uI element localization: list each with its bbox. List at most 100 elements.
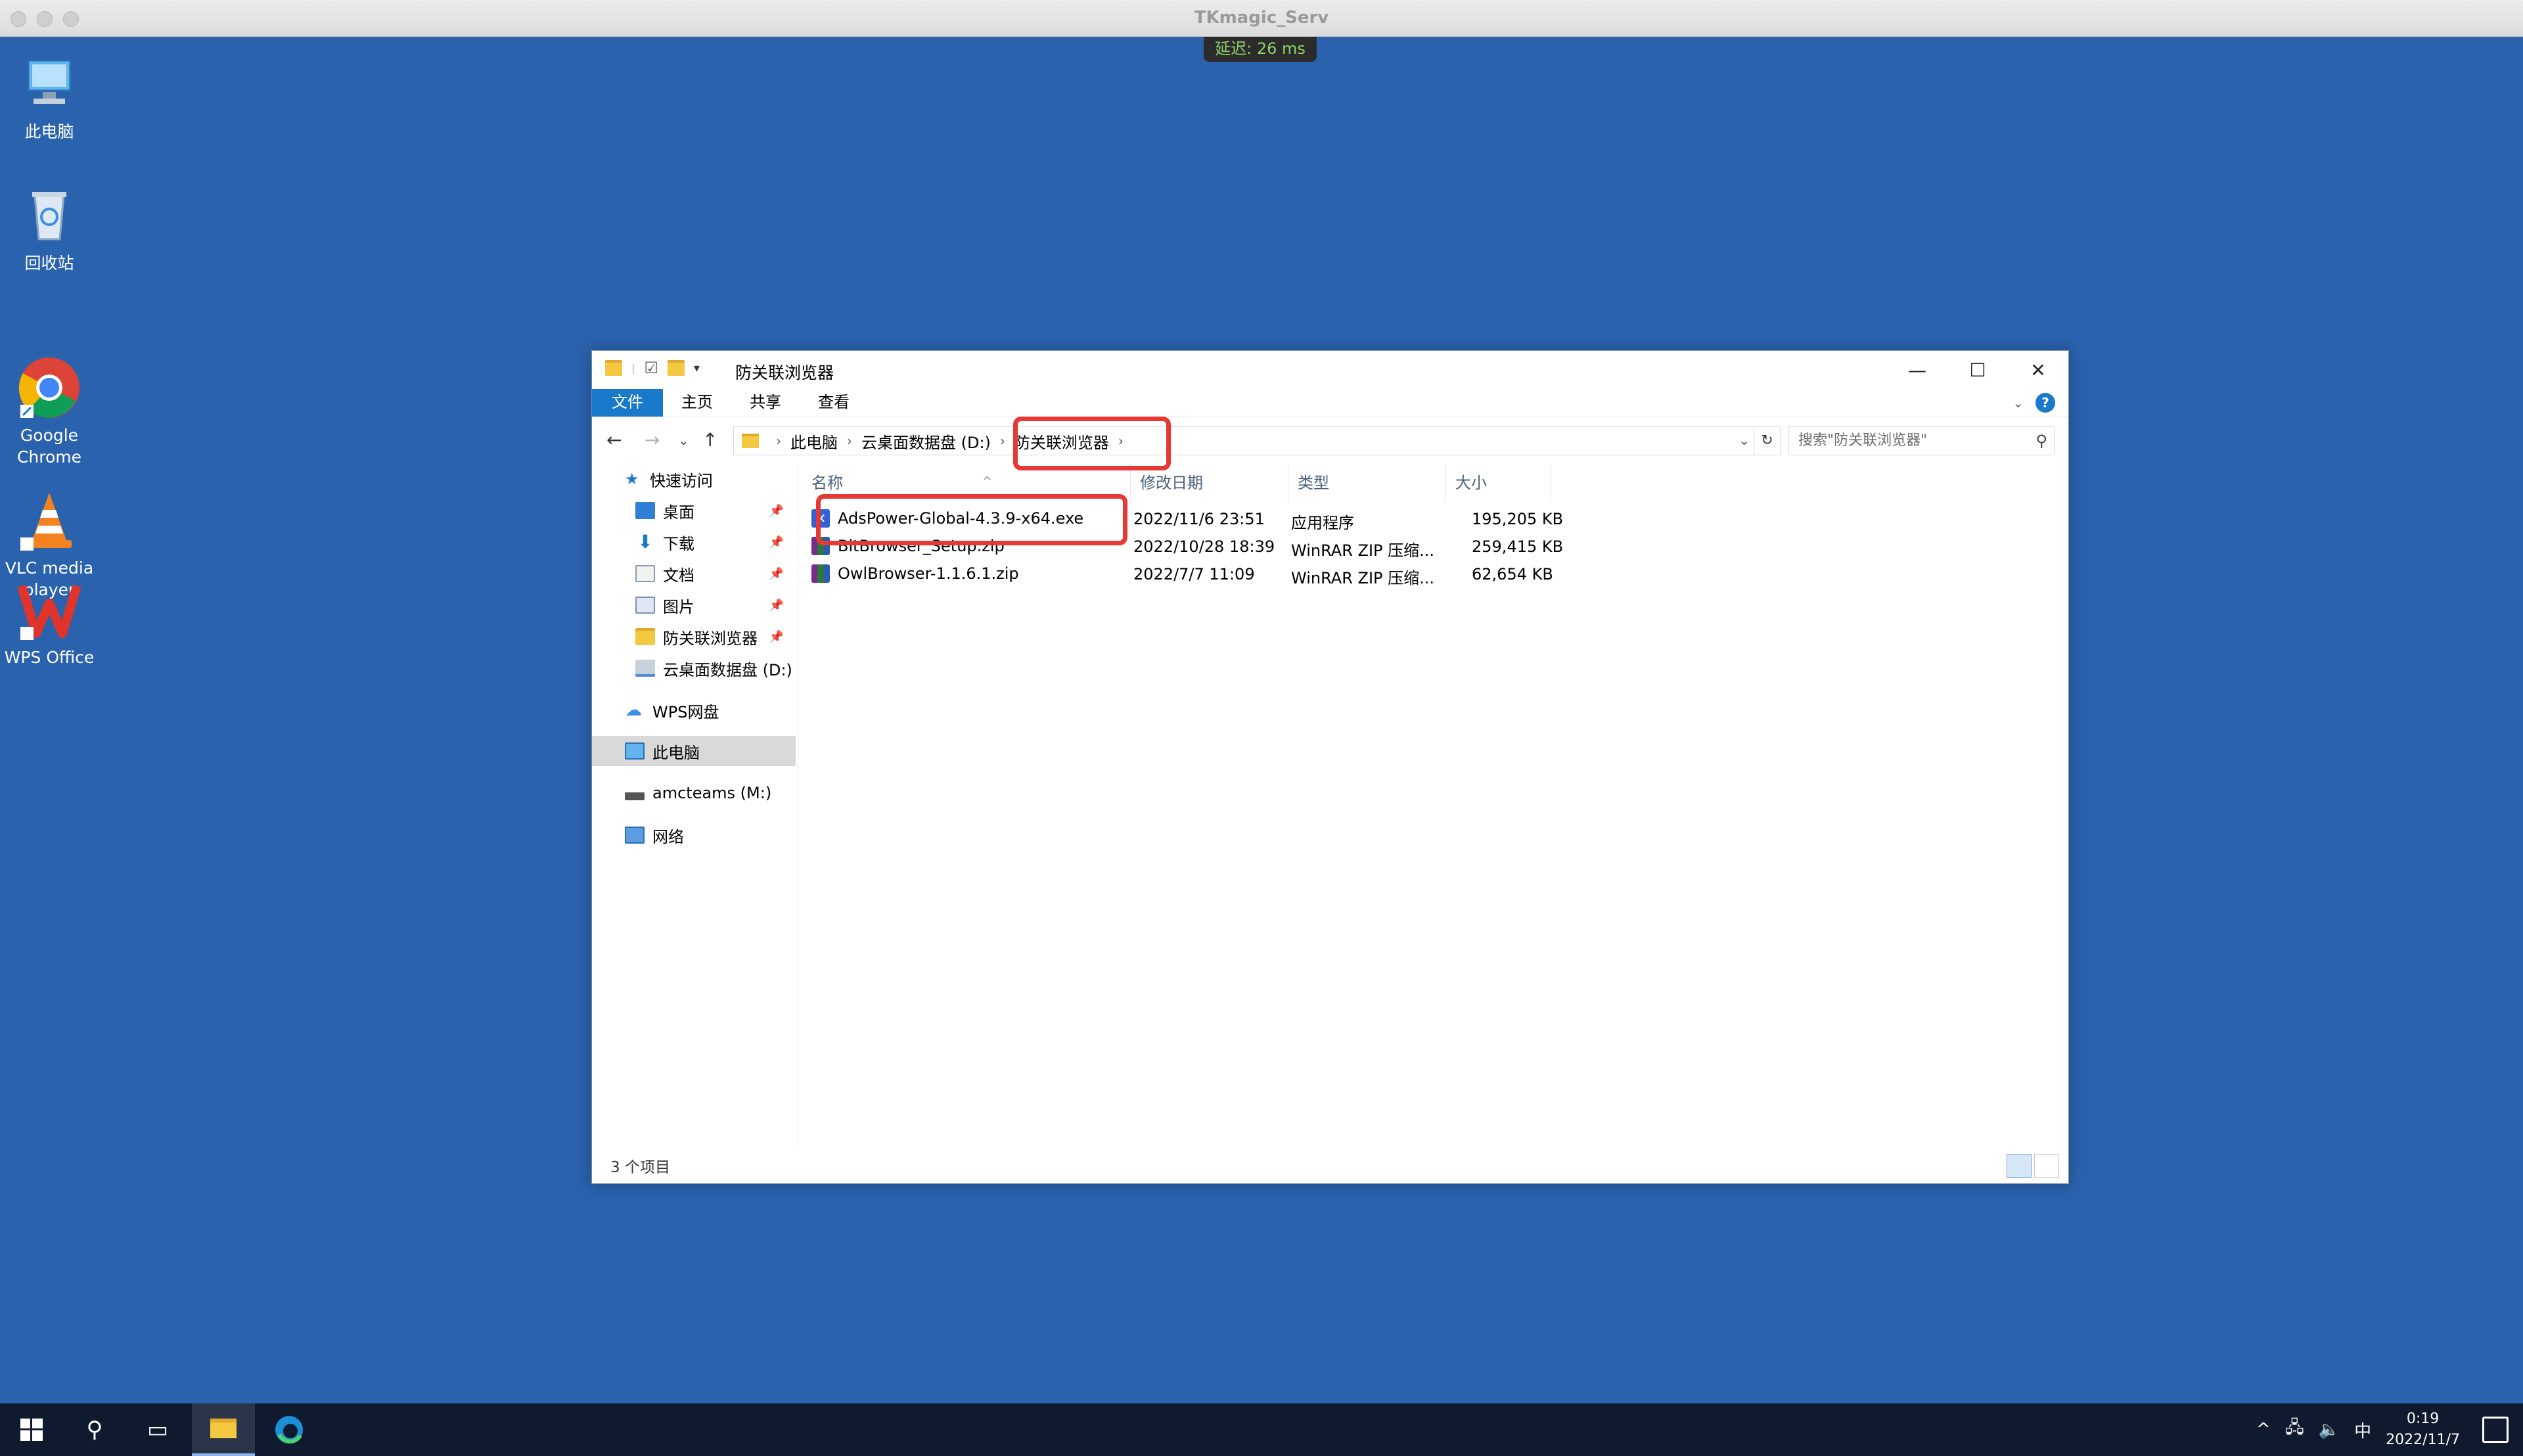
customize-toolbar-icon[interactable]: ▾	[694, 361, 700, 375]
search-input[interactable]: 搜索"防关联浏览器" ⚲	[1788, 426, 2055, 455]
desktop-icon	[635, 502, 655, 519]
file-size: 259,415 KB	[1472, 537, 1564, 556]
details-view-button[interactable]	[2007, 1154, 2032, 1178]
download-icon: ⬇	[637, 531, 653, 553]
highlight-box-current-folder	[1013, 417, 1171, 470]
latency-badge: 延迟: 26 ms	[1204, 37, 1317, 62]
search-icon: ⚲	[86, 1417, 103, 1443]
chevron-up-icon[interactable]: ^	[2256, 1420, 2271, 1440]
pin-icon[interactable]: 📌	[769, 599, 784, 612]
breadcrumb-separator[interactable]: ›	[847, 433, 852, 449]
new-folder-icon[interactable]	[667, 360, 685, 376]
highlight-box-adspower-file	[816, 494, 1127, 545]
taskbar-edge[interactable]	[258, 1403, 321, 1456]
address-bar[interactable]: › 此电脑 › 云桌面数据盘 (D:) › 防关联浏览器 › ⌄ ↻	[733, 426, 1781, 455]
breadcrumb-separator[interactable]: ›	[776, 433, 781, 449]
tab-home[interactable]: 主页	[663, 389, 731, 417]
desktop-icon-recycle-bin[interactable]: 回收站	[0, 183, 99, 274]
nav-drive-d[interactable]: 云桌面数据盘 (D:)	[592, 653, 796, 683]
minimize-button[interactable]: —	[1887, 351, 1947, 389]
nav-this-pc[interactable]: 此电脑	[592, 736, 796, 766]
nav-network[interactable]: 网络	[592, 820, 796, 850]
host-window-title: TKmagic_Serv	[1194, 8, 1329, 28]
up-icon[interactable]: ↑	[702, 429, 717, 451]
back-icon[interactable]: ←	[606, 429, 622, 451]
file-date: 2022/7/7 11:09	[1133, 565, 1255, 583]
close-button[interactable]: ✕	[2008, 351, 2068, 389]
task-view-icon: ▭	[147, 1417, 169, 1443]
window-title-bar: | ☑ ▾ 防关联浏览器 — ☐ ✕	[592, 351, 2068, 389]
table-row[interactable]: OwlBrowser-1.1.6.1.zip 2022/7/7 11:09 Wi…	[811, 560, 1574, 587]
nav-label: 云桌面数据盘 (D:)	[663, 660, 792, 679]
notification-icon[interactable]	[2482, 1417, 2509, 1443]
edge-icon	[275, 1416, 303, 1444]
ribbon-tabs: 文件 主页 共享 查看 ⌄ ?	[592, 389, 2068, 417]
ime-indicator[interactable]: 中	[2354, 1418, 2371, 1442]
taskbar: ⚲ ▭ ^ 🖧 🔈 中 0:19 2022/11/7	[0, 1403, 2523, 1456]
forward-icon[interactable]: →	[645, 429, 660, 451]
system-tray: ^ 🖧 🔈 中 0:19 2022/11/7	[2256, 1403, 2460, 1456]
pin-icon[interactable]: 📌	[769, 567, 784, 581]
maximize-button[interactable]: ☐	[1947, 351, 2008, 389]
desktop-icon-label: WPS Office	[4, 648, 95, 667]
nav-pictures[interactable]: 图片 📌	[592, 590, 796, 620]
computer-icon	[16, 51, 82, 117]
clock-date: 2022/11/7	[2386, 1432, 2460, 1448]
search-icon[interactable]: ⚲	[2035, 427, 2047, 455]
volume-icon[interactable]: 🔈	[2319, 1420, 2340, 1440]
tab-share[interactable]: 共享	[731, 389, 800, 417]
navigation-bar: ← → ⌄ ↑ › 此电脑 › 云桌面数据盘 (D:) › 防关联浏览器 › ⌄…	[592, 417, 2068, 464]
column-header-type[interactable]: 类型	[1288, 464, 1446, 502]
nav-label: 图片	[663, 597, 694, 616]
help-icon[interactable]: ?	[2035, 393, 2055, 413]
recent-locations-icon[interactable]: ⌄	[679, 434, 689, 448]
tab-file[interactable]: 文件	[592, 389, 663, 417]
nav-quick-access[interactable]: ★ 快速访问	[592, 464, 796, 494]
zip-archive-icon	[811, 564, 830, 583]
status-bar: 3 个项目	[592, 1147, 2068, 1183]
network-drive-icon	[625, 792, 645, 800]
desktop-icon-label: 回收站	[24, 254, 74, 273]
nav-label: 下载	[663, 534, 694, 553]
large-icons-view-button[interactable]	[2034, 1154, 2059, 1178]
address-history-icon[interactable]: ⌄	[1739, 432, 1750, 448]
properties-icon[interactable]: ☑	[644, 359, 658, 377]
file-explorer-icon	[210, 1419, 237, 1438]
navigation-pane: ★ 快速访问 桌面 📌 ⬇ 下载 📌 文档 📌 图片 📌 防关联浏览器 📌 云桌…	[592, 464, 798, 1147]
search-button[interactable]: ⚲	[63, 1403, 126, 1456]
refresh-icon[interactable]: ↻	[1754, 427, 1780, 455]
nav-label: WPS网盘	[652, 702, 719, 721]
host-title-bar: TKmagic_Serv	[0, 0, 2523, 37]
task-view-button[interactable]: ▭	[126, 1403, 189, 1456]
taskbar-file-explorer[interactable]	[192, 1403, 255, 1456]
breadcrumb-separator[interactable]: ›	[1000, 433, 1005, 449]
windows-logo-icon	[20, 1419, 43, 1441]
file-type: WinRAR ZIP 压缩...	[1291, 541, 1435, 560]
window-controls: — ☐ ✕	[1887, 351, 2068, 389]
breadcrumb-drive-d[interactable]: 云桌面数据盘 (D:)	[861, 430, 991, 453]
pin-icon[interactable]: 📌	[769, 535, 784, 549]
network-icon[interactable]: 🖧	[2285, 1415, 2304, 1444]
desktop-icon-this-pc[interactable]: 此电脑	[0, 51, 99, 143]
recycle-bin-icon	[16, 183, 82, 248]
desktop-icon-wps[interactable]: WPS Office	[0, 577, 99, 668]
nav-wps-cloud[interactable]: ☁ WPS网盘	[592, 695, 796, 725]
nav-desktop[interactable]: 桌面 📌	[592, 495, 796, 526]
nav-network-drive-m[interactable]: amcteams (M:)	[592, 778, 796, 808]
nav-label: 此电脑	[652, 743, 700, 762]
breadcrumb-this-pc[interactable]: 此电脑	[790, 430, 838, 453]
column-header-size[interactable]: 大小	[1446, 464, 1551, 502]
clock[interactable]: 0:19 2022/11/7	[2386, 1409, 2460, 1451]
pin-icon[interactable]: 📌	[769, 504, 784, 518]
network-icon	[625, 827, 645, 844]
nav-folder-browsers[interactable]: 防关联浏览器 📌	[592, 622, 796, 652]
tab-view[interactable]: 查看	[800, 389, 868, 417]
pin-icon[interactable]: 📌	[769, 630, 784, 644]
chrome-icon	[16, 333, 82, 418]
window-title: 防关联浏览器	[735, 363, 834, 382]
nav-documents[interactable]: 文档 📌	[592, 558, 796, 589]
start-button[interactable]	[0, 1403, 63, 1456]
nav-downloads[interactable]: ⬇ 下载 📌	[592, 527, 796, 557]
expand-ribbon-icon[interactable]: ⌄	[2012, 395, 2024, 411]
file-explorer-window: | ☑ ▾ 防关联浏览器 — ☐ ✕ 文件 主页 共享 查看 ⌄ ? ← → ⌄…	[591, 350, 2069, 1184]
